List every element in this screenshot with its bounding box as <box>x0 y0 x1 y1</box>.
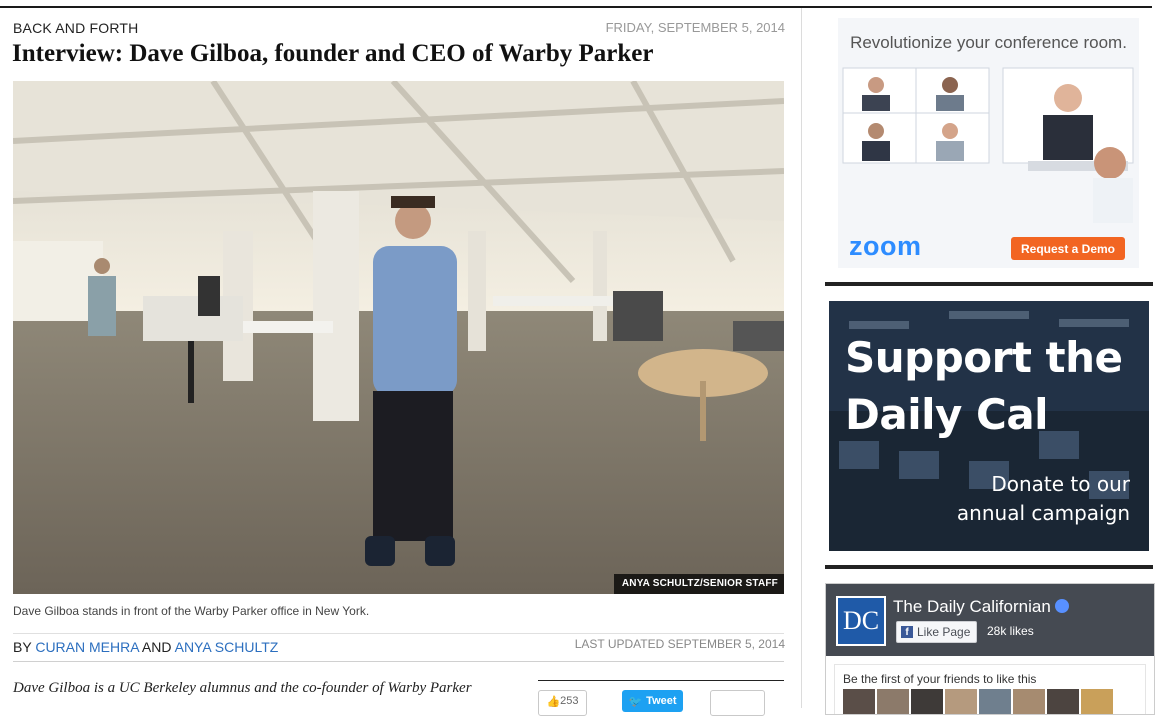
author-link-curan-mehra[interactable]: CURAN MEHRA <box>35 639 138 655</box>
byline: BY CURAN MEHRA AND ANYA SCHULTZ <box>13 639 278 655</box>
friend-avatars <box>843 689 1113 714</box>
thumbs-up-icon: 👍 <box>546 696 561 708</box>
like-page-label: Like Page <box>917 625 971 639</box>
top-rule <box>0 6 1152 8</box>
tweet-label: Tweet <box>646 695 677 707</box>
facebook-like-count: 28k likes <box>987 624 1034 638</box>
sidebar-rule-2 <box>825 565 1153 569</box>
byline-divider <box>13 661 784 662</box>
photo-caption: Dave Gilboa stands in front of the Warby… <box>13 604 370 618</box>
like-count: 253 <box>560 695 579 707</box>
byline-and: AND <box>141 639 172 655</box>
tweet-button[interactable]: 🐦 Tweet <box>622 690 683 712</box>
support-subtext: Donate to our annual campaign <box>957 470 1130 528</box>
zoom-ad-tagline: Revolutionize your conference room. <box>850 33 1127 52</box>
article-headline: Interview: Dave Gilboa, founder and CEO … <box>12 40 654 67</box>
sidebar-rule <box>825 282 1153 286</box>
byline-prefix: BY <box>13 639 32 655</box>
request-demo-button[interactable]: Request a Demo <box>1011 237 1125 260</box>
friends-like-text: Be the first of your friends to like thi… <box>843 672 1037 686</box>
publish-date: FRIDAY, SEPTEMBER 5, 2014 <box>605 20 785 35</box>
article-photo[interactable]: ANYA SCHULTZ/SENIOR STAFF <box>13 81 784 594</box>
support-daily-cal-ad[interactable]: Support the Daily Cal Donate to our annu… <box>829 301 1149 551</box>
avatar[interactable] <box>911 689 943 714</box>
avatar[interactable] <box>1081 689 1113 714</box>
video-conference-illustration <box>842 67 1134 223</box>
avatar[interactable] <box>843 689 875 714</box>
article-lede: Dave Gilboa is a UC Berkeley alumnus and… <box>13 680 472 696</box>
facebook-friends-panel: Be the first of your friends to like thi… <box>834 664 1146 714</box>
column-divider <box>801 8 802 708</box>
avatar[interactable] <box>877 689 909 714</box>
avatar[interactable] <box>1047 689 1079 714</box>
like-count-button[interactable]: 👍 253 <box>538 690 587 716</box>
support-subtext-line2: annual campaign <box>956 501 1130 525</box>
facebook-page-name[interactable]: The Daily Californian <box>893 597 1051 616</box>
section-label[interactable]: BACK AND FORTH <box>13 20 138 36</box>
author-link-anya-schultz[interactable]: ANYA SCHULTZ <box>175 639 279 655</box>
facebook-cover: DC The Daily Californian f Like Page 28k… <box>826 584 1154 656</box>
avatar[interactable] <box>945 689 977 714</box>
zoom-advertisement[interactable]: Revolutionize your conference room. zoom… <box>838 18 1139 268</box>
support-headline: Support the Daily Cal <box>845 329 1123 443</box>
facebook-page-name-row: The Daily Californian <box>893 597 1069 617</box>
caption-divider <box>13 633 784 634</box>
share-divider <box>538 680 784 681</box>
photo-credit: ANYA SCHULTZ/SENIOR STAFF <box>613 574 784 594</box>
zoom-logo: zoom <box>849 231 922 261</box>
verified-badge-icon <box>1054 598 1069 613</box>
facebook-page-widget: DC The Daily Californian f Like Page 28k… <box>825 583 1155 715</box>
support-headline-line1: Support the <box>845 333 1123 382</box>
office-photo-illustration <box>13 81 784 594</box>
facebook-f-icon: f <box>901 626 913 638</box>
daily-cal-logo[interactable]: DC <box>836 596 886 646</box>
support-subtext-line1: Donate to our <box>991 472 1130 496</box>
like-page-button[interactable]: f Like Page <box>896 621 978 643</box>
twitter-bird-icon: 🐦 <box>628 695 643 708</box>
support-headline-line2: Daily Cal <box>845 390 1049 439</box>
share-count-button[interactable] <box>710 690 765 716</box>
last-updated: LAST UPDATED SEPTEMBER 5, 2014 <box>574 637 785 651</box>
avatar[interactable] <box>1013 689 1045 714</box>
avatar[interactable] <box>979 689 1011 714</box>
